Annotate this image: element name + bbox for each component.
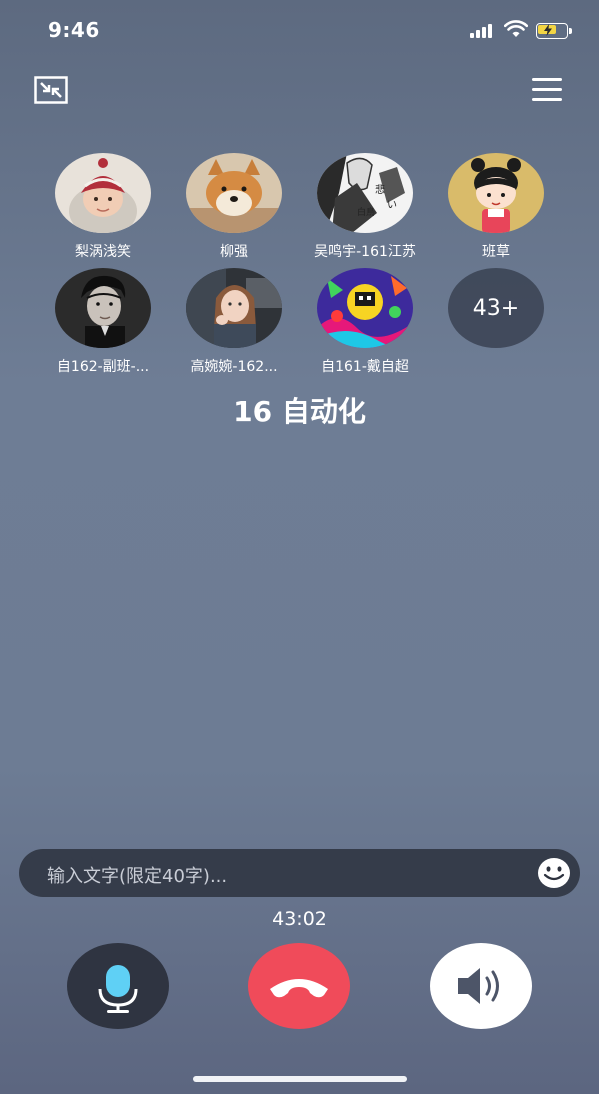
battery-icon xyxy=(536,23,572,39)
emoji-icon[interactable] xyxy=(537,857,571,889)
wifi-icon xyxy=(504,20,528,37)
mute-button[interactable] xyxy=(67,943,169,1029)
microphone-icon xyxy=(98,965,138,1013)
participant-name: 自161-戴自超 xyxy=(321,359,409,375)
cellular-signal-icon xyxy=(470,24,496,38)
menu-icon[interactable] xyxy=(532,78,562,102)
participant-name: 柳强 xyxy=(220,244,248,260)
participant[interactable]: 自162-副班-... xyxy=(43,268,163,376)
hang-up-button[interactable] xyxy=(248,943,350,1029)
participant-name: 高婉婉-162... xyxy=(190,359,278,375)
speaker-icon xyxy=(458,968,499,1004)
cartoon-girl-avatar xyxy=(448,153,544,233)
more-participants[interactable]: 43+ xyxy=(436,268,556,348)
man-portrait-avatar xyxy=(55,268,151,348)
participant[interactable]: 班草 xyxy=(436,153,556,261)
participant[interactable]: 柳强 xyxy=(174,153,294,261)
manga-avatar: 悲 い 白鳥 xyxy=(317,153,413,233)
status-time: 9:46 xyxy=(48,18,100,42)
more-participants-count[interactable]: 43+ xyxy=(448,268,544,348)
phone-hangup-icon xyxy=(270,979,328,998)
call-timer: 43:02 xyxy=(272,908,327,930)
participant[interactable]: 自161-戴自超 xyxy=(305,268,425,376)
home-indicator[interactable] xyxy=(193,1076,407,1082)
message-input[interactable]: 输入文字(限定40字)... xyxy=(19,849,580,897)
speaker-button[interactable] xyxy=(430,943,532,1029)
message-input-placeholder: 输入文字(限定40字)... xyxy=(47,866,228,887)
status-bar: 9:46 xyxy=(0,0,599,60)
colorful-art-avatar xyxy=(317,268,413,348)
dog-avatar xyxy=(186,153,282,233)
participant-name: 吴鸣宇-161江苏 xyxy=(314,244,416,260)
baby-avatar xyxy=(55,153,151,233)
group-name: 16 自动化 xyxy=(233,395,366,428)
svg-text:い: い xyxy=(387,200,397,211)
woman-avatar xyxy=(186,268,282,348)
participant-name: 梨涡浅笑 xyxy=(75,244,131,260)
minimize-window-icon[interactable] xyxy=(34,76,68,104)
svg-text:悲: 悲 xyxy=(375,183,385,196)
participant[interactable]: 梨涡浅笑 xyxy=(43,153,163,261)
participant[interactable]: 悲 い 白鳥 吴鸣宇-161江苏 xyxy=(305,153,425,261)
participant-name: 自162-副班-... xyxy=(56,359,150,375)
participant[interactable]: 高婉婉-162... xyxy=(174,268,294,376)
participant-name: 班草 xyxy=(482,244,510,260)
svg-text:白鳥: 白鳥 xyxy=(357,206,375,218)
